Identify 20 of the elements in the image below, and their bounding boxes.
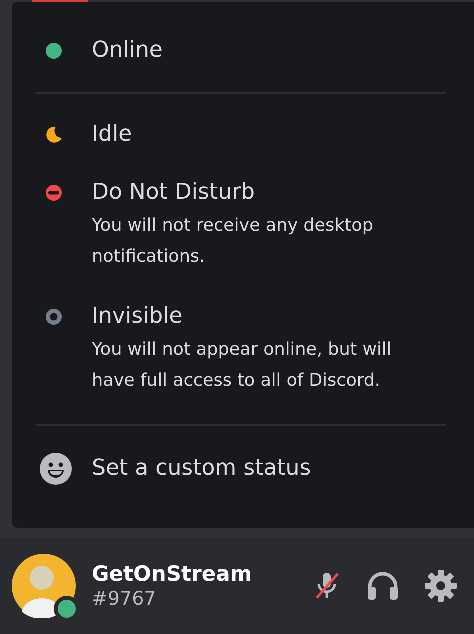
custom-status-label: Set a custom status — [92, 455, 312, 483]
custom-status-option[interactable]: Set a custom status — [36, 438, 474, 500]
username: GetOnStream — [92, 562, 254, 586]
tab-indicator — [32, 0, 88, 2]
smiley-icon — [40, 453, 72, 485]
status-option[interactable]: Online — [36, 22, 474, 80]
status-description: You will not appear online, but will have full access to all of Discord. — [92, 339, 393, 393]
moon-icon — [44, 125, 64, 145]
online-dot-icon — [44, 41, 64, 61]
status-label: Online — [92, 37, 163, 65]
status-label: Invisible — [92, 303, 184, 331]
status-label: Idle — [92, 121, 132, 149]
ring-icon — [44, 307, 64, 327]
status-description: You will not receive any desktop notifications. — [92, 215, 374, 269]
status-option[interactable]: Idle — [36, 106, 474, 164]
status-label: Do Not Disturb — [92, 179, 256, 207]
status-option[interactable]: Do Not Disturb You will not receive any desktop notifications. — [36, 164, 474, 288]
user-tag: #9767 — [92, 588, 292, 610]
dnd-icon — [44, 183, 64, 203]
status-option[interactable]: Invisible You will not appear online, but will have full access to all of Discord. — [36, 288, 474, 412]
